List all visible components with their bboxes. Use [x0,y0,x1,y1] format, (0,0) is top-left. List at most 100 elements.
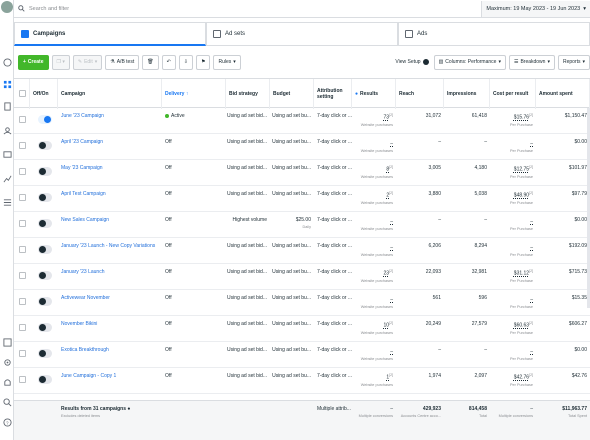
search-filter[interactable]: Search and filter [14,5,481,12]
campaign-on-off-toggle[interactable] [38,297,52,306]
select-all-checkbox[interactable] [19,90,26,97]
chevron-down-icon: ▾ [498,59,501,65]
col-budget[interactable]: Budget [270,79,314,109]
create-button[interactable]: + Create [18,54,49,70]
analytics-icon[interactable] [1,172,13,184]
rules-button[interactable]: Rules ▾ [213,54,241,70]
campaign-name-link[interactable]: Exotica Breakthrough [61,347,109,353]
campaign-name-link[interactable]: January '23 Launch [61,269,105,275]
duplicate-button[interactable]: ❐ ▾ [51,54,70,70]
table-row[interactable]: Exotica Breakthrough Off Using ad set bid.… [14,342,590,368]
col-amount-spent[interactable]: Amount spent [536,79,590,109]
results-cell: – Website purchases [352,290,396,315]
tab-campaigns[interactable]: Campaigns [14,22,206,46]
row-checkbox[interactable] [19,116,26,123]
col-reach[interactable]: Reach [396,79,444,109]
campaign-on-off-toggle[interactable] [38,323,52,332]
help-icon[interactable]: ? [1,416,13,428]
notifications-icon[interactable] [1,376,13,388]
row-checkbox[interactable] [19,220,26,227]
settings-icon[interactable] [1,356,13,368]
campaign-on-off-toggle[interactable] [38,245,52,254]
export-button[interactable]: ⇩ [178,54,193,70]
table-row[interactable]: June Campaign - Copy 1 Off Using ad set bi… [14,368,590,394]
campaign-name-link[interactable]: Activewear November [61,295,110,301]
home-icon[interactable] [1,56,13,68]
undo-button[interactable]: ↶ [161,54,176,70]
attribution-cell: 7-day click or ... [314,238,352,263]
campaign-name-link[interactable]: June '23 Campaign [61,113,104,119]
report-icon[interactable] [1,336,13,348]
campaign-on-off-toggle[interactable] [38,193,52,202]
table-row[interactable]: April Test Campaign Off Using ad set bid..… [14,186,590,212]
campaign-name-link[interactable]: April Test Campaign [61,191,106,197]
col-bid-strategy[interactable]: Bid strategy [226,79,270,109]
edit-button[interactable]: ✎ Edit ▾ [72,54,103,70]
campaign-on-off-toggle[interactable] [38,167,52,176]
view-setup-toggle[interactable]: View Setup [393,59,430,65]
col-attribution[interactable]: Attribution setting [314,79,352,109]
audience-icon[interactable] [1,124,13,136]
tag-button[interactable]: ⚑ [196,54,211,70]
campaign-on-off-toggle[interactable] [38,375,52,384]
row-checkbox[interactable] [19,376,26,383]
columns-button[interactable]: ▥ Columns: Performance ▾ [433,54,506,70]
table-row[interactable]: Activewear November Off Using ad set bid..… [14,290,590,316]
table-row[interactable]: May '23 Campaign Off Using ad set bid... Us… [14,160,590,186]
pages-icon[interactable] [1,100,13,112]
amount-spent-cell: $1,150.47 [536,108,590,133]
reports-button[interactable]: Reports ▾ [557,54,590,70]
row-checkbox[interactable] [19,324,26,331]
col-campaign[interactable]: Campaign [58,79,162,109]
campaign-name-link[interactable]: November Bikini [61,321,97,327]
budget-cell: Using ad set bu... [270,186,314,211]
table-row[interactable]: November Bikini Off Using ad set bid... Usi… [14,316,590,342]
campaign-on-off-toggle[interactable] [38,349,52,358]
col-cost-per-result[interactable]: Cost per result [490,79,536,109]
account-avatar[interactable] [1,1,13,13]
date-range-picker[interactable]: Maximum: 19 May 2023 - 19 Jun 2023 ▾ [481,0,590,17]
table-row[interactable]: April '23 Campaign Off Using ad set bid...… [14,134,590,160]
tab-ads[interactable]: Ads [398,22,590,46]
table-row[interactable]: June '23 Campaign Active Using ad set bid.… [14,108,590,134]
row-checkbox[interactable] [19,350,26,357]
table-row[interactable]: January '23 Launch - New Copy Variations… [14,238,590,264]
table-row[interactable]: January '23 Launch Off Using ad set bid...… [14,264,590,290]
search-icon[interactable] [1,396,13,408]
cost-per-result-sub: Per Purchase [509,200,533,205]
col-results[interactable]: ● Results [352,79,396,109]
reach-cell: – [396,134,444,159]
table-row[interactable]: New Sales Campaign Off Highest volume $25.0… [14,212,590,238]
row-checkbox[interactable] [19,246,26,253]
breakdown-button[interactable]: ☰ Breakdown ▾ [508,54,555,70]
col-on-off[interactable]: Off/On [30,79,58,109]
delete-button[interactable]: 🗑 [142,54,159,70]
campaign-name-link[interactable]: New Sales Campaign [61,217,109,223]
billing-icon[interactable] [1,148,13,160]
row-toggle-cell [30,290,58,315]
col-delivery[interactable]: Delivery ↑ [162,79,226,109]
row-checkbox[interactable] [19,194,26,201]
grid-icon[interactable] [1,78,13,90]
ab-test-button[interactable]: ⚗ A/B test [105,54,140,70]
menu-icon[interactable] [1,196,13,208]
col-impressions[interactable]: Impressions [444,79,490,109]
col-results-label: Results [360,91,379,97]
campaign-name-link[interactable]: January '23 Launch - New Copy Variations [61,243,155,249]
row-checkbox[interactable] [19,142,26,149]
tab-ad-sets[interactable]: Ad sets [206,22,398,46]
footer-results: – Multiple conversions [352,401,396,440]
row-checkbox[interactable] [19,168,26,175]
campaign-name-link[interactable]: May '23 Campaign [61,165,103,171]
row-toggle-cell [30,264,58,289]
campaign-name-link[interactable]: June Campaign - Copy 1 [61,373,116,379]
budget-value: Using ad set bu... [272,269,311,275]
campaign-on-off-toggle[interactable] [38,271,52,280]
campaign-on-off-toggle[interactable] [38,141,52,150]
campaign-on-off-toggle[interactable] [38,115,52,124]
active-status-dot [165,113,169,118]
campaign-on-off-toggle[interactable] [38,219,52,228]
campaign-name-link[interactable]: April '23 Campaign [61,139,103,145]
row-checkbox[interactable] [19,272,26,279]
row-checkbox[interactable] [19,298,26,305]
